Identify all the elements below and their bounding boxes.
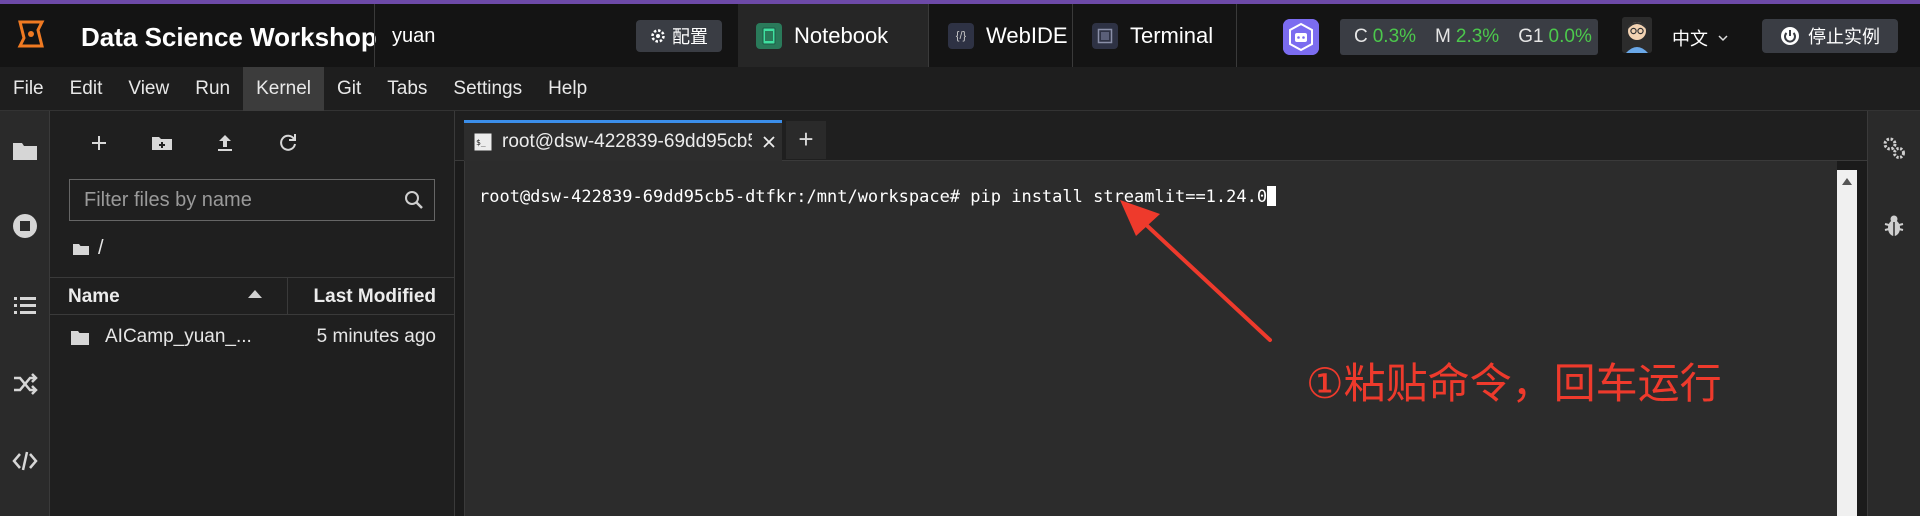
file-modified: 5 minutes ago xyxy=(316,326,436,347)
tab-notebook[interactable]: Notebook xyxy=(738,4,928,67)
config-button[interactable]: 配置 xyxy=(636,20,722,52)
folder-icon xyxy=(73,243,89,255)
terminal-icon: $_ xyxy=(474,133,492,151)
menu-view[interactable]: View xyxy=(115,67,182,111)
gpu-value: 0.0% xyxy=(1548,26,1592,47)
code-icon[interactable] xyxy=(11,447,39,475)
stop-label: 停止实例 xyxy=(1808,27,1880,47)
file-browser: Filter files by name / Name Last Modifie… xyxy=(50,111,455,516)
divider xyxy=(1072,4,1073,67)
resource-monitor[interactable]: C 0.3% M 2.3% G1 0.0% xyxy=(1340,19,1598,55)
document-tab-strip: $_ root@dsw-422839-69dd95cb5-dtfkr + xyxy=(455,111,1867,161)
tab-notebook-label: Notebook xyxy=(794,22,889,48)
column-name-header[interactable]: Name xyxy=(68,286,120,308)
language-select[interactable]: 中文 xyxy=(1672,25,1728,51)
menu-settings[interactable]: Settings xyxy=(440,67,535,111)
filter-files-input[interactable]: Filter files by name xyxy=(69,179,435,221)
chevron-down-icon xyxy=(1718,34,1728,41)
stop-instance-button[interactable]: 停止实例 xyxy=(1762,19,1898,53)
app-title: Data Science Workshop xyxy=(81,22,377,52)
git-shuffle-icon[interactable] xyxy=(11,370,39,398)
divider xyxy=(928,4,929,67)
column-modified-header[interactable]: Last Modified xyxy=(314,286,436,308)
terminal-prompt: root@dsw-422839-69dd95cb5-dtfkr:/mnt/wor… xyxy=(479,187,971,207)
avatar[interactable] xyxy=(1622,17,1652,53)
menu-file[interactable]: File xyxy=(0,67,57,111)
config-label: 配置 xyxy=(672,27,708,47)
menu-run[interactable]: Run xyxy=(182,67,243,111)
memory-label: M xyxy=(1435,26,1451,47)
left-activity-bar xyxy=(0,111,50,516)
annotation-text: ①粘贴命令，回车运行 xyxy=(1306,359,1722,408)
terminal-icon xyxy=(1092,22,1118,49)
tab-terminal[interactable]: Terminal xyxy=(1074,4,1236,67)
tab-webide[interactable]: {/} WebIDE xyxy=(930,4,1072,67)
power-icon xyxy=(1781,27,1799,45)
terminal-scrollbar[interactable] xyxy=(1837,170,1857,516)
new-launcher-icon[interactable] xyxy=(85,129,113,157)
cpu-value: 0.3% xyxy=(1372,26,1417,47)
new-folder-icon[interactable] xyxy=(148,129,176,157)
menu-edit[interactable]: Edit xyxy=(57,67,116,111)
scroll-up-icon[interactable] xyxy=(1842,178,1852,185)
folder-icon[interactable] xyxy=(11,136,39,164)
divider xyxy=(1236,4,1237,67)
list-item[interactable]: AICamp_yuan_... 5 minutes ago xyxy=(50,319,454,355)
right-activity-bar xyxy=(1867,111,1920,516)
filter-placeholder: Filter files by name xyxy=(84,189,252,211)
terminal-tab-label: root@dsw-422839-69dd95cb5-dtfkr xyxy=(502,131,752,152)
column-divider[interactable] xyxy=(287,278,288,314)
gpu-label: G1 xyxy=(1518,26,1544,47)
tab-webide-label: WebIDE xyxy=(986,22,1068,48)
close-icon[interactable] xyxy=(762,135,776,149)
file-name: AICamp_yuan_... xyxy=(105,326,252,347)
breadcrumb[interactable]: / xyxy=(72,237,104,260)
menu-kernel[interactable]: Kernel xyxy=(243,66,324,111)
robot-assistant-icon[interactable] xyxy=(1283,19,1319,55)
dsw-logo-icon[interactable] xyxy=(16,20,46,48)
tab-terminal-session[interactable]: $_ root@dsw-422839-69dd95cb5-dtfkr xyxy=(464,120,782,161)
folder-icon xyxy=(71,331,89,345)
menu-help[interactable]: Help xyxy=(535,67,600,111)
breadcrumb-path: / xyxy=(98,237,104,259)
tab-terminal-label: Terminal xyxy=(1130,22,1214,48)
add-tab-button[interactable]: + xyxy=(786,121,826,159)
svg-text:$_: $_ xyxy=(476,138,486,147)
file-list-header: Name Last Modified xyxy=(50,277,454,315)
running-stop-icon[interactable] xyxy=(11,212,39,240)
upload-icon[interactable] xyxy=(211,129,239,157)
menu-tabs[interactable]: Tabs xyxy=(374,67,440,111)
property-inspector-gears-icon[interactable] xyxy=(1881,135,1907,161)
menu-bar: File Edit View Run Kernel Git Tabs Setti… xyxy=(0,66,1920,111)
table-of-contents-icon[interactable] xyxy=(11,292,39,320)
annotation-arrow xyxy=(1120,200,1272,342)
language-value: 中文 xyxy=(1672,29,1708,49)
divider xyxy=(374,4,375,67)
webide-icon: {/} xyxy=(948,22,974,49)
debugger-bug-icon[interactable] xyxy=(1881,213,1907,239)
notebook-icon xyxy=(756,22,782,49)
gear-icon xyxy=(651,29,665,43)
sort-ascending-icon xyxy=(248,290,262,298)
refresh-icon[interactable] xyxy=(274,129,302,157)
workspace-user[interactable]: yuan xyxy=(392,25,435,48)
menu-git[interactable]: Git xyxy=(324,67,374,111)
memory-value: 2.3% xyxy=(1455,26,1500,47)
search-icon xyxy=(405,191,423,209)
cpu-label: C xyxy=(1354,26,1368,47)
